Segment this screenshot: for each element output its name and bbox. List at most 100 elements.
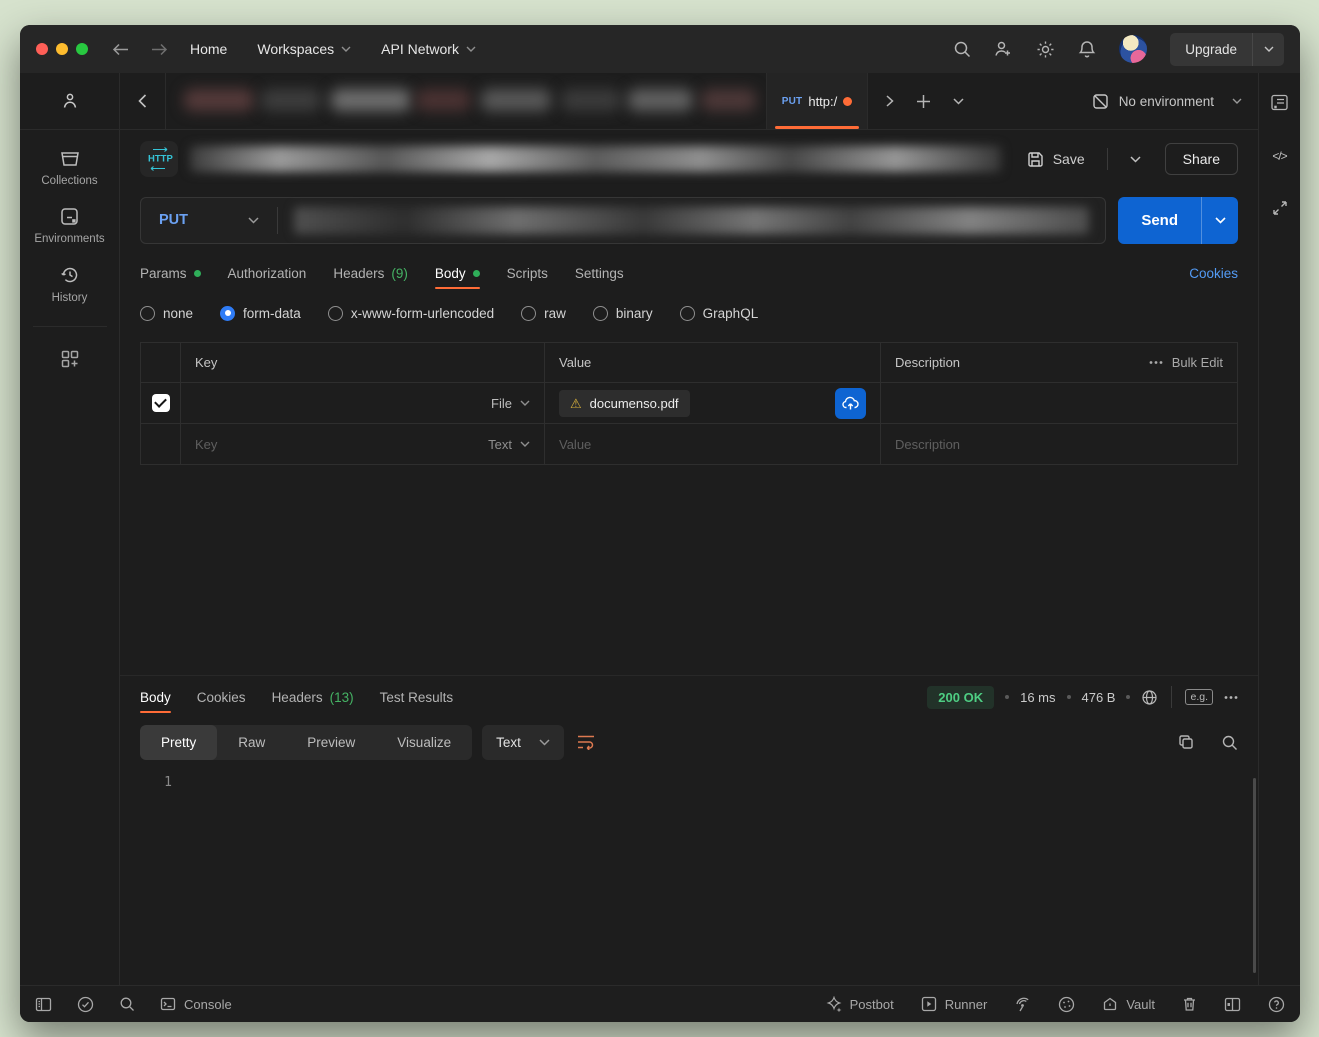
toggle-sidebar-icon[interactable] <box>35 997 52 1012</box>
help-icon[interactable] <box>1268 996 1285 1013</box>
view-pretty[interactable]: Pretty <box>140 725 217 760</box>
bulk-edit-button[interactable]: Bulk Edit <box>1149 355 1223 370</box>
save-button[interactable]: Save <box>1027 151 1085 168</box>
sidebar-more-tools-button[interactable] <box>60 349 80 369</box>
notifications-bell-icon[interactable] <box>1078 40 1096 59</box>
mode-x-www-form-urlencoded[interactable]: x-www-form-urlencoded <box>328 306 494 321</box>
value-type-dropdown[interactable]: Text <box>488 437 530 452</box>
request-name-blurred[interactable] <box>190 146 1001 172</box>
response-tab-body[interactable]: Body <box>140 676 171 718</box>
method-selector[interactable]: PUT <box>141 212 277 228</box>
mode-binary[interactable]: binary <box>593 306 653 321</box>
response-tab-test-results[interactable]: Test Results <box>380 676 454 718</box>
save-example-button[interactable]: e.g. <box>1185 689 1213 705</box>
scroll-tabs-right-button[interactable] <box>886 95 894 107</box>
vertical-scrollbar[interactable] <box>1253 778 1256 973</box>
response-time[interactable]: 16 ms <box>1020 690 1055 705</box>
request-url-blurred[interactable] <box>294 207 1089 234</box>
minimize-window-button[interactable] <box>56 43 68 55</box>
save-options-dropdown[interactable] <box>1130 156 1141 163</box>
value-cell[interactable]: Value <box>545 424 881 464</box>
response-body-viewer[interactable]: 1 <box>120 766 1258 985</box>
value-type-dropdown[interactable]: File <box>491 396 530 411</box>
response-tab-headers[interactable]: Headers (13) <box>272 676 354 718</box>
mode-form-data[interactable]: form-data <box>220 306 301 321</box>
environment-selector[interactable]: No environment <box>1076 73 1258 129</box>
row-select-cell[interactable] <box>141 424 181 464</box>
sidebar-item-collections[interactable]: Collections <box>41 150 97 187</box>
send-button[interactable]: Send <box>1118 197 1201 244</box>
sidebar-item-environments[interactable]: Environments <box>34 207 104 245</box>
forward-nav-button[interactable] <box>151 43 168 56</box>
file-chip[interactable]: ⚠ documenso.pdf <box>559 390 690 417</box>
row-checkbox-checked[interactable] <box>152 394 170 412</box>
scroll-tabs-left-button[interactable] <box>120 73 166 129</box>
upgrade-dropdown-button[interactable] <box>1252 33 1284 66</box>
key-cell[interactable]: File <box>181 383 545 423</box>
key-cell[interactable]: Key Text <box>181 424 545 464</box>
postbot-button[interactable]: Postbot <box>826 996 894 1012</box>
cookies-link[interactable]: Cookies <box>1189 266 1238 281</box>
tab-params[interactable]: Params <box>140 252 201 294</box>
upgrade-button[interactable]: Upgrade <box>1170 33 1252 66</box>
response-tab-cookies[interactable]: Cookies <box>197 676 246 718</box>
two-pane-layout-icon[interactable] <box>1224 997 1241 1012</box>
share-button[interactable]: Share <box>1165 143 1238 175</box>
upload-file-button[interactable] <box>835 388 866 419</box>
response-size[interactable]: 476 B <box>1082 690 1116 705</box>
search-response-icon[interactable] <box>1221 734 1238 751</box>
cookies-icon[interactable] <box>1058 996 1075 1013</box>
runner-button[interactable]: Runner <box>921 996 988 1012</box>
tab-options-dropdown[interactable] <box>953 98 964 105</box>
console-button[interactable]: Console <box>160 997 232 1012</box>
mode-graphql[interactable]: GraphQL <box>680 306 759 321</box>
capture-requests-icon[interactable] <box>1014 996 1031 1013</box>
user-avatar[interactable] <box>1119 35 1147 63</box>
active-request-tab[interactable]: PUT http:/ <box>766 73 868 129</box>
unsaved-changes-dot <box>843 97 852 106</box>
tab-scripts[interactable]: Scripts <box>507 252 548 294</box>
new-tab-button[interactable] <box>916 94 931 109</box>
api-network-menu[interactable]: API Network <box>381 41 476 57</box>
workspaces-menu[interactable]: Workspaces <box>257 41 351 57</box>
tab-body[interactable]: Body <box>435 252 480 294</box>
description-cell[interactable]: Description <box>881 424 1237 464</box>
view-visualize[interactable]: Visualize <box>376 725 472 760</box>
invite-user-icon[interactable] <box>994 40 1013 58</box>
settings-gear-icon[interactable] <box>1036 40 1055 59</box>
blurred-tabs[interactable] <box>166 73 766 129</box>
vault-button[interactable]: Vault <box>1102 996 1155 1012</box>
maximize-window-button[interactable] <box>76 43 88 55</box>
collapse-expand-icon[interactable] <box>1272 200 1288 216</box>
find-icon[interactable] <box>119 996 135 1012</box>
status-badge[interactable]: 200 OK <box>927 686 994 709</box>
wrap-lines-toggle[interactable] <box>576 734 596 750</box>
environment-quick-look-icon[interactable] <box>1270 93 1289 112</box>
description-cell[interactable] <box>881 383 1237 423</box>
copy-response-icon[interactable] <box>1178 734 1194 750</box>
workspace-profile-icon[interactable] <box>20 73 119 130</box>
tab-headers[interactable]: Headers (9) <box>333 252 408 294</box>
response-more-options[interactable] <box>1224 695 1238 700</box>
search-icon[interactable] <box>953 40 971 58</box>
view-preview[interactable]: Preview <box>286 725 376 760</box>
view-raw[interactable]: Raw <box>217 725 286 760</box>
mode-none[interactable]: none <box>140 306 193 321</box>
app-window: Home Workspaces API Network Upgrade <box>20 25 1300 1022</box>
network-globe-icon[interactable] <box>1141 689 1158 706</box>
send-options-dropdown[interactable] <box>1201 197 1238 244</box>
trash-icon[interactable] <box>1182 996 1197 1012</box>
close-window-button[interactable] <box>36 43 48 55</box>
http-request-type-icon: HTTP <box>140 141 178 177</box>
sidebar-item-history[interactable]: History <box>52 265 88 304</box>
code-snippet-icon[interactable]: </> <box>1272 149 1286 163</box>
back-nav-button[interactable] <box>112 43 129 56</box>
home-link[interactable]: Home <box>190 41 227 57</box>
tab-settings[interactable]: Settings <box>575 252 624 294</box>
tab-authorization[interactable]: Authorization <box>228 252 307 294</box>
api-health-check-icon[interactable] <box>77 996 94 1013</box>
value-cell[interactable]: ⚠ documenso.pdf <box>545 383 881 423</box>
format-dropdown[interactable]: Text <box>482 725 564 760</box>
svg-text:HTTP: HTTP <box>148 154 173 165</box>
mode-raw[interactable]: raw <box>521 306 566 321</box>
